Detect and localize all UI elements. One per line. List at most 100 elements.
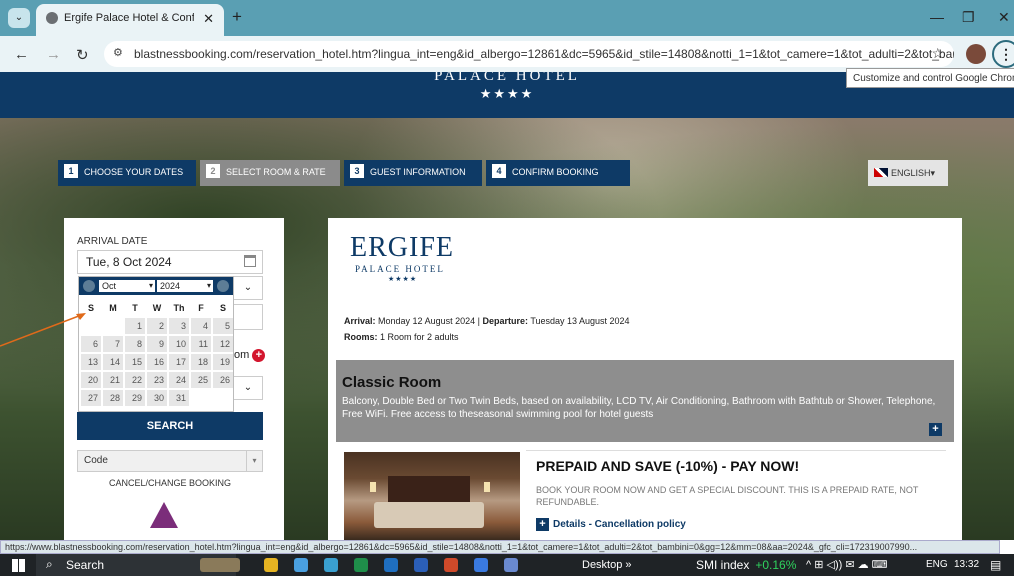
nights-select[interactable]: ⌄ — [233, 276, 263, 300]
next-month-icon[interactable] — [217, 280, 229, 292]
calendar-day[interactable]: 13 — [81, 354, 101, 370]
calendar-day[interactable]: 20 — [81, 372, 101, 388]
room-photo[interactable] — [344, 452, 520, 540]
step-number: 3 — [350, 164, 364, 179]
header-stars: ★★★★ — [479, 86, 535, 101]
site-settings-icon[interactable]: ⚙ — [113, 46, 123, 59]
elephants-widget-icon[interactable] — [200, 558, 240, 572]
calendar-day[interactable]: 28 — [103, 390, 123, 406]
day-of-week-header: W — [152, 303, 162, 313]
clock[interactable]: 13:32 — [954, 559, 979, 570]
prev-month-icon[interactable] — [83, 280, 95, 292]
desktop-toolbar[interactable]: Desktop » — [582, 559, 632, 571]
file-explorer-icon[interactable] — [264, 558, 278, 572]
back-button[interactable]: ← — [14, 46, 29, 63]
rooms-select[interactable] — [233, 304, 263, 330]
step-confirm-booking[interactable]: 4 CONFIRM BOOKING — [486, 160, 630, 186]
smi-label: SMI index — [696, 558, 750, 572]
edge-icon[interactable] — [324, 558, 338, 572]
calendar-day[interactable]: 22 — [125, 372, 145, 388]
step-label: CONFIRM BOOKING — [512, 167, 599, 177]
windows-start-icon[interactable] — [12, 559, 25, 572]
calendar-day[interactable]: 21 — [103, 372, 123, 388]
calendar-day[interactable]: 12 — [213, 336, 233, 352]
calendar-day[interactable]: 16 — [147, 354, 167, 370]
calendar-icon[interactable] — [244, 255, 256, 267]
cancellation-policy-link[interactable]: + Details - Cancellation policy — [536, 518, 686, 531]
app-icon[interactable] — [474, 558, 488, 572]
year-select[interactable]: 2024 — [157, 280, 213, 292]
search-button[interactable]: SEARCH — [77, 412, 263, 440]
powerpoint-icon[interactable] — [444, 558, 458, 572]
rooms-value: 1 Room for 2 adults — [380, 332, 459, 342]
system-tray-icons[interactable]: ^ ⊞ ◁)) ✉ ☁ ⌨ — [806, 558, 888, 571]
tab-search-button[interactable]: ⌄ — [8, 8, 30, 28]
policy-link-label: Details - Cancellation policy — [553, 519, 686, 530]
step-label: CHOOSE YOUR DATES — [84, 167, 184, 177]
word-icon[interactable] — [414, 558, 428, 572]
add-room-link[interactable]: om + — [234, 349, 266, 362]
notifications-icon[interactable]: ▤ — [990, 558, 1001, 572]
minimize-button[interactable]: — — [930, 9, 944, 25]
reload-button[interactable]: ↻ — [76, 46, 89, 64]
calendar-day[interactable]: 24 — [169, 372, 189, 388]
step-choose-dates[interactable]: 1 CHOOSE YOUR DATES — [58, 160, 196, 186]
calendar-day[interactable]: 29 — [125, 390, 145, 406]
chrome-menu-button[interactable]: ⋮ — [992, 40, 1014, 68]
promo-code-select[interactable]: Code ▾ — [77, 450, 263, 472]
arrival-key: Arrival: — [344, 316, 376, 326]
calendar-day[interactable]: 1 — [125, 318, 145, 334]
calendar-day[interactable]: 2 — [147, 318, 167, 334]
calendar-day[interactable]: 8 — [125, 336, 145, 352]
step-label: GUEST INFORMATION — [370, 167, 466, 177]
calendar-day — [103, 318, 123, 334]
blastness-logo — [150, 502, 178, 528]
calendar-day[interactable]: 19 — [213, 354, 233, 370]
close-window-button[interactable]: ✕ — [998, 9, 1010, 26]
chrome-icon[interactable] — [294, 558, 308, 572]
calendar-day[interactable]: 30 — [147, 390, 167, 406]
forward-button[interactable]: → — [46, 46, 61, 63]
arrival-date-field[interactable]: Tue, 8 Oct 2024 — [77, 250, 263, 274]
bookmark-star-icon[interactable]: ☆ — [931, 45, 944, 62]
chrome-active-icon[interactable] — [504, 558, 518, 572]
cancel-change-booking-link[interactable]: CANCEL/CHANGE BOOKING — [77, 478, 263, 488]
step-guest-info[interactable]: 3 GUEST INFORMATION — [344, 160, 482, 186]
calendar-day[interactable]: 5 — [213, 318, 233, 334]
new-tab-button[interactable]: + — [232, 7, 242, 27]
excel-icon[interactable] — [354, 558, 368, 572]
browser-tab[interactable]: Ergife Palace Hotel & Conferen ✕ — [36, 4, 224, 36]
calendar-day[interactable]: 7 — [103, 336, 123, 352]
step-select-room[interactable]: 2 SELECT ROOM & RATE — [200, 160, 340, 186]
calendar-day[interactable]: 27 — [81, 390, 101, 406]
browser-tab-bar: ⌄ Ergife Palace Hotel & Conferen ✕ + — ❐… — [0, 0, 1014, 36]
calendar-day[interactable]: 17 — [169, 354, 189, 370]
calendar-day[interactable]: 9 — [147, 336, 167, 352]
input-language[interactable]: ENG — [926, 559, 948, 570]
outlook-icon[interactable] — [384, 558, 398, 572]
calendar-day[interactable]: 10 — [169, 336, 189, 352]
language-selector[interactable]: ENGLISH▾ — [868, 160, 948, 186]
calendar-day[interactable]: 26 — [213, 372, 233, 388]
arrival-value: Monday 12 August 2024 — [378, 316, 476, 326]
calendar-day[interactable]: 15 — [125, 354, 145, 370]
calendar-day[interactable]: 23 — [147, 372, 167, 388]
add-room-plus-icon[interactable]: + — [252, 349, 266, 362]
calendar-day[interactable]: 14 — [103, 354, 123, 370]
adults-select[interactable]: ⌄ — [233, 376, 263, 400]
calendar-day[interactable]: 3 — [169, 318, 189, 334]
address-bar[interactable]: ⚙ blastnessbooking.com/reservation_hotel… — [104, 41, 954, 67]
profile-avatar[interactable] — [966, 44, 986, 64]
calendar-day[interactable]: 31 — [169, 390, 189, 406]
month-select[interactable]: Oct — [99, 280, 155, 292]
calendar-day[interactable]: 4 — [191, 318, 211, 334]
add-room-label: om — [234, 349, 250, 361]
calendar-day[interactable]: 11 — [191, 336, 211, 352]
tab-close-icon[interactable]: ✕ — [203, 11, 214, 27]
calendar-day[interactable]: 25 — [191, 372, 211, 388]
room-expand-button[interactable]: + — [929, 423, 942, 436]
room-type-band: Classic Room Balcony, Double Bed or Two … — [336, 360, 954, 442]
calendar-day[interactable]: 18 — [191, 354, 211, 370]
smi-index-widget[interactable]: SMI index +0.16% — [696, 558, 796, 572]
maximize-button[interactable]: ❐ — [962, 9, 975, 26]
